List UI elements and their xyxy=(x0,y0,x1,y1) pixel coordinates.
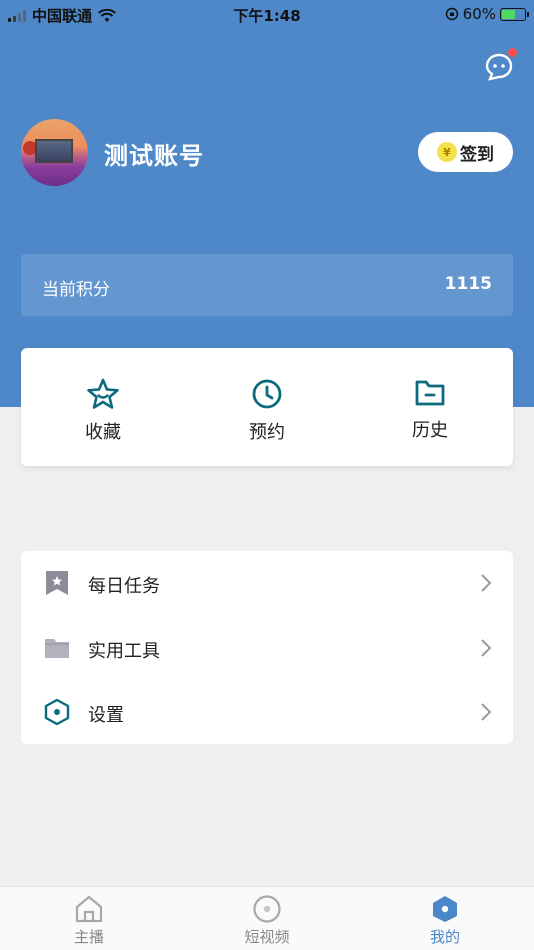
home-icon xyxy=(75,895,103,923)
bottom-tab-bar: 主播 短视频 我的 xyxy=(0,886,534,950)
tab-label: 我的 xyxy=(429,928,460,946)
points-label: 当前积分 xyxy=(42,280,110,300)
profile-header-background xyxy=(0,0,534,407)
hexagon-user-icon xyxy=(433,896,457,922)
coin-icon: ¥ xyxy=(437,142,457,162)
disc-icon xyxy=(253,895,281,923)
notification-badge xyxy=(508,48,517,57)
quick-reservations[interactable]: 预约 xyxy=(227,378,307,444)
quick-favorites-label: 收藏 xyxy=(85,422,121,443)
menu-item-tools[interactable]: 实用工具 xyxy=(21,616,513,680)
quick-actions-card: 收藏 预约 历史 xyxy=(21,348,513,466)
chevron-right-icon xyxy=(481,703,492,721)
username: 测试账号 xyxy=(104,142,204,170)
tab-label: 短视频 xyxy=(244,928,290,946)
star-icon xyxy=(87,378,119,409)
signin-button[interactable]: ¥ 签到 xyxy=(418,132,513,172)
chevron-right-icon xyxy=(481,639,492,657)
tab-short-video[interactable]: 短视频 xyxy=(227,895,307,947)
menu-card: 每日任务 实用工具 设置 xyxy=(21,551,513,744)
orientation-lock-icon xyxy=(445,7,458,21)
quick-history[interactable]: 历史 xyxy=(390,378,470,442)
points-value: 1115 xyxy=(444,274,492,294)
points-panel[interactable]: 当前积分 1115 xyxy=(21,254,513,316)
folder-icon xyxy=(45,639,69,658)
hexagon-settings-icon xyxy=(44,699,70,725)
folder-icon xyxy=(415,380,445,406)
battery-percent: 60% xyxy=(462,5,496,23)
quick-reservations-label: 预约 xyxy=(249,422,285,443)
status-bar: 中国联通 下午1:48 60% xyxy=(0,0,534,28)
tab-label: 主播 xyxy=(73,928,104,946)
quick-history-label: 历史 xyxy=(412,420,448,441)
tab-anchor[interactable]: 主播 xyxy=(49,895,129,947)
tab-mine[interactable]: 我的 xyxy=(405,895,485,947)
menu-item-label: 设置 xyxy=(88,705,124,726)
avatar[interactable] xyxy=(21,119,88,186)
menu-item-daily-tasks[interactable]: 每日任务 xyxy=(21,551,513,615)
signin-label: 签到 xyxy=(460,144,494,165)
battery-icon xyxy=(500,7,529,21)
chevron-right-icon xyxy=(481,574,492,592)
bookmark-star-icon xyxy=(46,571,68,595)
menu-item-settings[interactable]: 设置 xyxy=(21,680,513,744)
menu-item-label: 每日任务 xyxy=(88,576,160,597)
menu-item-label: 实用工具 xyxy=(88,641,160,662)
clock-icon xyxy=(252,379,282,409)
quick-favorites[interactable]: 收藏 xyxy=(63,378,143,444)
